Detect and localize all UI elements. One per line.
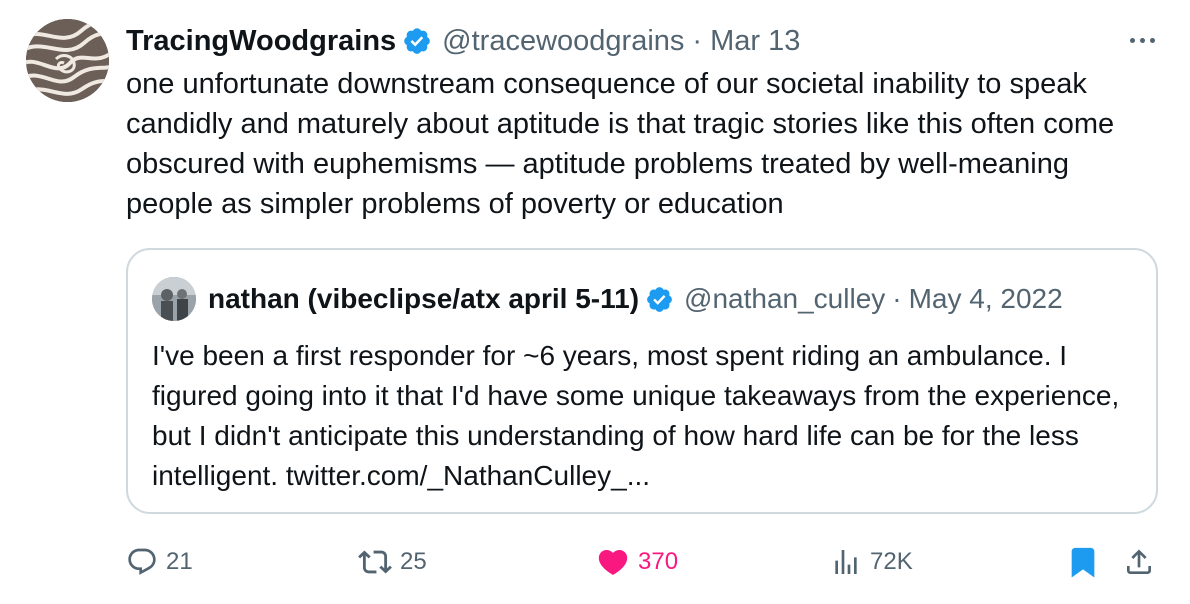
more-dot [1149, 37, 1155, 43]
tweet-header: TracingWoodgrains @tracewoodgrains · Mar… [126, 22, 800, 60]
tweet-date[interactable]: Mar 13 [710, 25, 800, 58]
quoted-header-separator: · [892, 283, 902, 314]
reply-icon [128, 548, 156, 575]
verified-badge-icon[interactable] [402, 26, 432, 56]
author-handle[interactable]: @tracewoodgrains [442, 25, 684, 58]
retweet-icon [358, 550, 392, 574]
like-button[interactable]: 370 [596, 540, 678, 584]
quoted-tweet-header: nathan (vibeclipse/atx april 5-11) @nath… [208, 280, 1063, 318]
reply-count: 21 [166, 548, 193, 575]
tweet-actions-bar: 21 25 370 72K [126, 540, 1166, 584]
quoted-tweet-card[interactable]: nathan (vibeclipse/atx april 5-11) @nath… [126, 248, 1158, 514]
share-button[interactable] [1123, 540, 1155, 584]
like-count: 370 [638, 548, 679, 575]
author-name[interactable]: TracingWoodgrains [126, 25, 396, 58]
tweet-text: one unfortunate downstream consequence o… [126, 68, 1115, 220]
user-photo-avatar [152, 277, 196, 321]
heart-filled-icon [598, 549, 628, 575]
views-chart-icon [835, 550, 857, 574]
more-options-button[interactable] [1122, 26, 1162, 54]
quoted-tweet-date: May 4, 2022 [908, 283, 1063, 314]
views-count: 72K [870, 548, 913, 575]
retweet-button[interactable]: 25 [358, 540, 427, 584]
quoted-author-handle: @nathan_culley [684, 283, 886, 314]
author-avatar[interactable] [26, 19, 109, 102]
reply-button[interactable]: 21 [126, 540, 193, 584]
bookmark-button[interactable] [1066, 540, 1100, 584]
bookmark-filled-icon [1071, 547, 1095, 578]
more-dot [1139, 37, 1145, 43]
views-button[interactable]: 72K [830, 540, 913, 584]
verified-badge-icon [645, 285, 674, 314]
quoted-tweet-text: I've been a first responder for ~6 years… [152, 340, 1120, 491]
quoted-author-avatar [152, 277, 196, 321]
wood-grain-avatar [26, 19, 109, 102]
more-horizontal-icon [1129, 37, 1135, 43]
quoted-author-name: nathan (vibeclipse/atx april 5-11) [208, 283, 640, 314]
retweet-count: 25 [400, 548, 427, 575]
header-separator: · [692, 24, 703, 57]
share-icon [1127, 549, 1151, 574]
